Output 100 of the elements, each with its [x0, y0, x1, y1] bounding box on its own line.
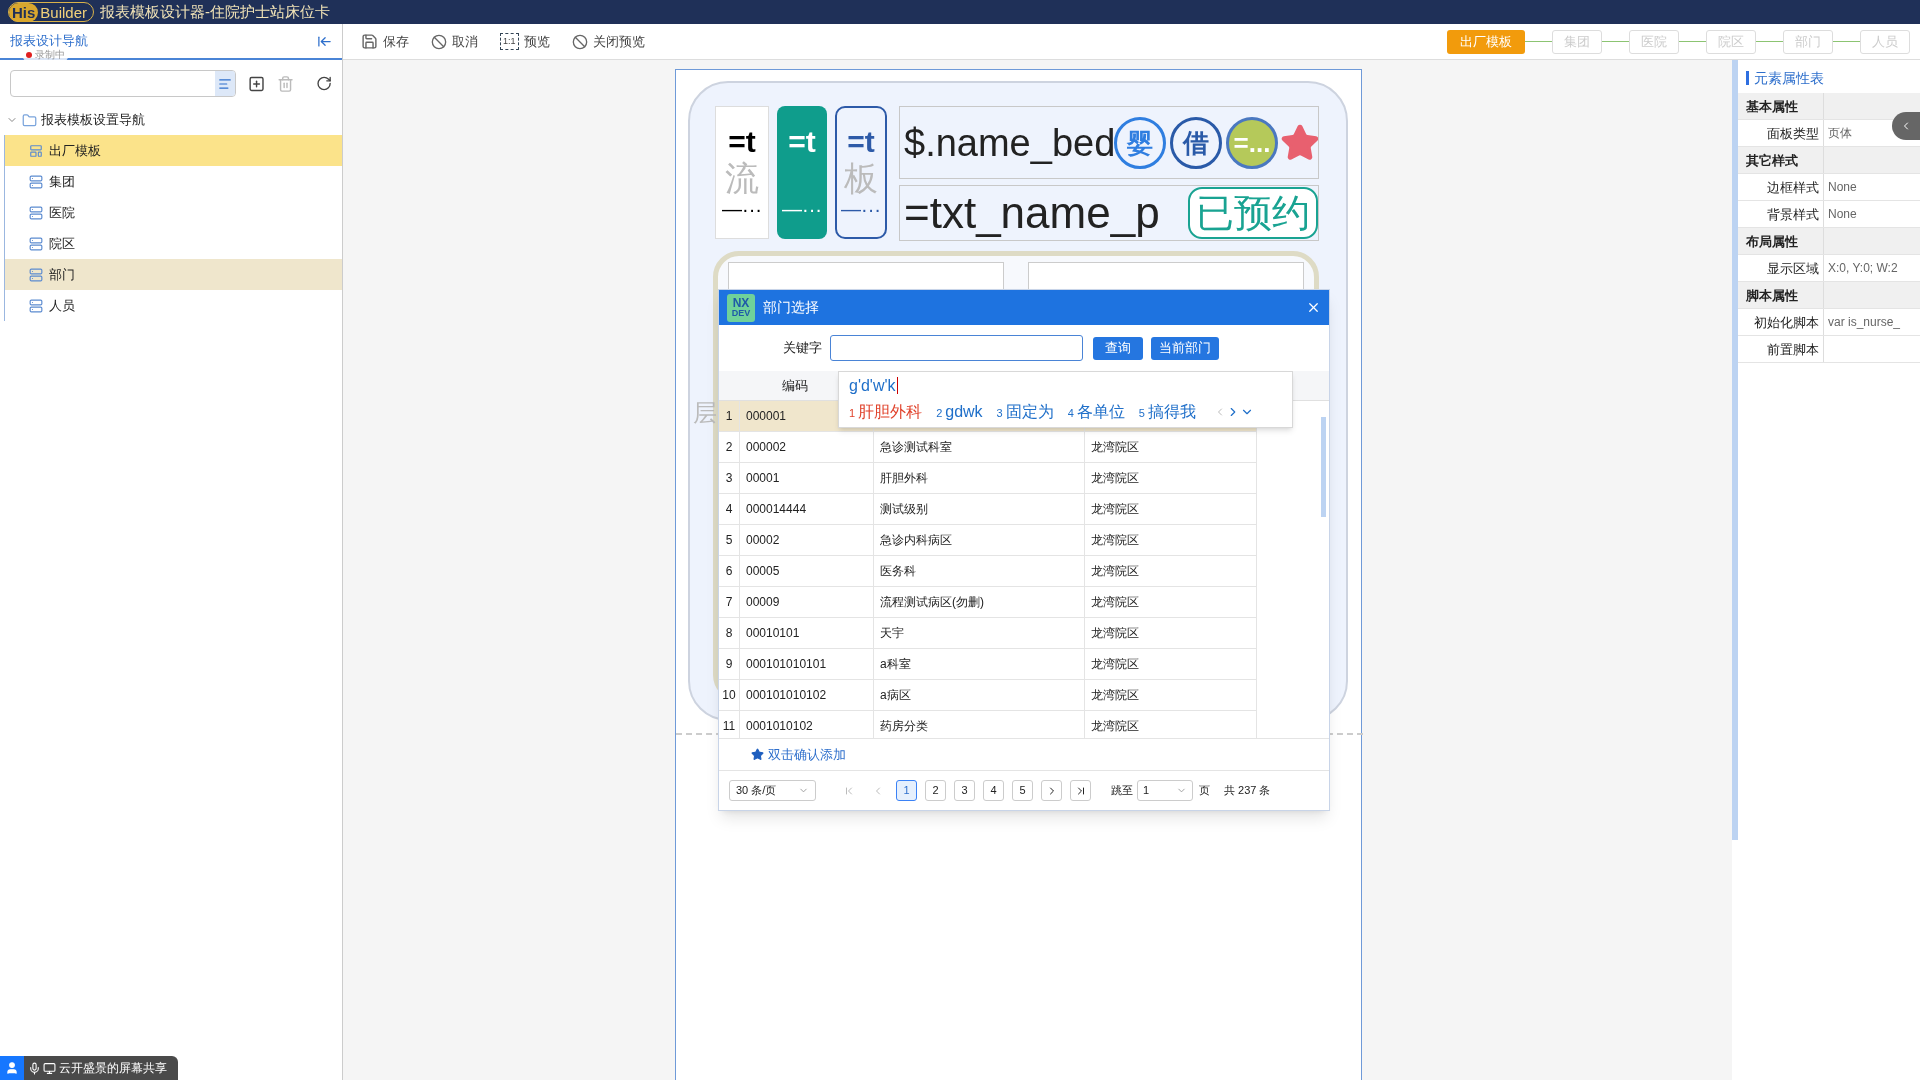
- table-cell: 龙湾院区: [1091, 471, 1139, 485]
- table-row[interactable]: 6 00005 医务科 龙湾院区: [719, 556, 1257, 587]
- dialog-title: 部门选择: [763, 298, 820, 317]
- page-size-select[interactable]: 30 条/页: [729, 780, 816, 801]
- collapse-tab[interactable]: [1892, 112, 1920, 140]
- list-icon: [29, 267, 43, 282]
- table-cell: 龙湾院区: [1091, 626, 1139, 640]
- row-number: 2: [719, 432, 740, 462]
- table-cell: a科室: [880, 657, 911, 671]
- toolbar-button[interactable]: 保存: [361, 31, 409, 52]
- jump-label: 跳至: [1111, 783, 1133, 799]
- page-button[interactable]: 3: [954, 780, 975, 801]
- ban-icon: [571, 33, 588, 50]
- property-value: None: [1827, 179, 1857, 196]
- row-number: 7: [719, 587, 740, 617]
- group-header: 布局属性: [1738, 228, 1824, 254]
- table-cell: 00005: [746, 564, 780, 578]
- row-number: 9: [719, 649, 740, 679]
- subtitle-field: =txt_name_p 已预约: [899, 185, 1319, 241]
- tree-item[interactable]: 报表模板设置导航: [41, 110, 145, 130]
- table-row[interactable]: 10 000101010102 a病区 龙湾院区: [719, 680, 1257, 711]
- mic-icon[interactable]: [28, 1061, 41, 1075]
- page-button[interactable]: 2: [925, 780, 946, 801]
- table-cell: 流程测试病区(勿删): [880, 595, 984, 609]
- tree-item[interactable]: 医院: [5, 197, 342, 228]
- last-page-button[interactable]: [1070, 780, 1091, 801]
- close-icon[interactable]: [1306, 300, 1321, 315]
- toolbar-button[interactable]: 1:1 预览: [500, 31, 550, 52]
- star-icon: [751, 748, 764, 761]
- table-cell: 000002: [746, 440, 787, 454]
- table-cell: 急诊测试科室: [880, 440, 952, 454]
- table-cell: 龙湾院区: [1091, 533, 1139, 547]
- total-count: 共 237 条: [1224, 783, 1271, 799]
- ime-candidate[interactable]: 4 各单位: [1067, 400, 1125, 424]
- ime-candidate[interactable]: 5 搞得我: [1138, 400, 1196, 424]
- table-cell: 00002: [746, 533, 780, 547]
- table-cell: 00010101: [746, 626, 800, 640]
- row-number: 11: [719, 711, 740, 738]
- tree-item[interactable]: 人员: [5, 290, 342, 321]
- row-number: 6: [719, 556, 740, 586]
- row-number: 4: [719, 494, 740, 524]
- ime-candidate[interactable]: 1 肝胆外科: [849, 400, 923, 424]
- current-department-button[interactable]: 当前部门: [1151, 336, 1219, 360]
- property-value: None: [1827, 206, 1857, 223]
- property-label: 边框样式: [1738, 174, 1824, 200]
- table-cell: 医务科: [880, 564, 916, 578]
- keyword-field[interactable]: [830, 335, 1083, 361]
- table-cell: 00009: [746, 595, 780, 609]
- column-header: 编码: [781, 377, 809, 395]
- table-row[interactable]: 9 000101010101 a科室 龙湾院区: [719, 649, 1257, 680]
- table-cell: 天宇: [880, 626, 904, 640]
- search-field[interactable]: [10, 70, 236, 97]
- screen-icon[interactable]: [43, 1061, 56, 1075]
- app-logo: NX DEV: [727, 293, 755, 322]
- table-cell: 龙湾院区: [1091, 564, 1139, 578]
- group-header: 其它样式: [1738, 147, 1824, 173]
- page-button[interactable]: 4: [983, 780, 1004, 801]
- ime-candidate[interactable]: 2 gdwk: [936, 400, 983, 424]
- user-icon[interactable]: [5, 1061, 19, 1075]
- scrollbar[interactable]: [1321, 417, 1326, 517]
- list-icon: [29, 174, 43, 189]
- table-row[interactable]: 5 00002 急诊内科病区 龙湾院区: [719, 525, 1257, 556]
- title-field: $.name_bed 婴 借 =...: [899, 106, 1319, 179]
- round-badge: 借: [1170, 117, 1222, 169]
- search-button[interactable]: 查询: [1093, 336, 1143, 360]
- tree-item[interactable]: 集团: [5, 166, 342, 197]
- tree-item[interactable]: 出厂模板: [5, 135, 342, 166]
- next-page-button[interactable]: [1041, 780, 1062, 801]
- jump-select[interactable]: 1: [1137, 780, 1193, 801]
- list-icon: [29, 298, 43, 313]
- table-cell: 测试级别: [880, 502, 928, 516]
- toolbar-button[interactable]: 取消: [431, 31, 478, 52]
- page-button[interactable]: 1: [896, 780, 917, 801]
- status-tag: 已预约: [1188, 187, 1318, 239]
- delete-icon[interactable]: [276, 74, 294, 93]
- property-value: X:0, Y:0; W:2: [1827, 260, 1898, 277]
- property-label: 面板类型: [1738, 120, 1824, 146]
- filter-icon[interactable]: [217, 76, 232, 91]
- template-icon: [29, 143, 43, 158]
- table-row[interactable]: 4 000014444 测试级别 龙湾院区: [719, 494, 1257, 525]
- text-cell: =t 板 —···: [835, 106, 887, 239]
- table-row[interactable]: 7 00009 流程测试病区(勿删) 龙湾院区: [719, 587, 1257, 618]
- page-button[interactable]: 5: [1012, 780, 1033, 801]
- group-header: 脚本属性: [1738, 282, 1824, 308]
- add-icon[interactable]: [247, 74, 265, 93]
- table-row[interactable]: 2 000002 急诊测试科室 龙湾院区: [719, 432, 1257, 463]
- page-unit: 页: [1199, 783, 1210, 799]
- table-row[interactable]: 8 00010101 天宇 龙湾院区: [719, 618, 1257, 649]
- round-badge: =...: [1226, 117, 1278, 169]
- refresh-icon[interactable]: [315, 75, 332, 92]
- ime-candidate[interactable]: 3 固定为: [996, 400, 1054, 424]
- group-header: 基本属性: [1738, 93, 1824, 119]
- scrollbar[interactable]: [1732, 60, 1738, 840]
- tree-item[interactable]: 院区: [5, 228, 342, 259]
- toolbar-button[interactable]: 关闭预览: [571, 31, 645, 52]
- table-cell: 000101010101: [746, 657, 827, 671]
- tree-item[interactable]: 部门: [5, 259, 342, 290]
- list-icon: [29, 205, 43, 220]
- table-row[interactable]: 11 0001010102 药房分类 龙湾院区: [719, 711, 1257, 738]
- table-row[interactable]: 3 00001 肝胆外科 龙湾院区: [719, 463, 1257, 494]
